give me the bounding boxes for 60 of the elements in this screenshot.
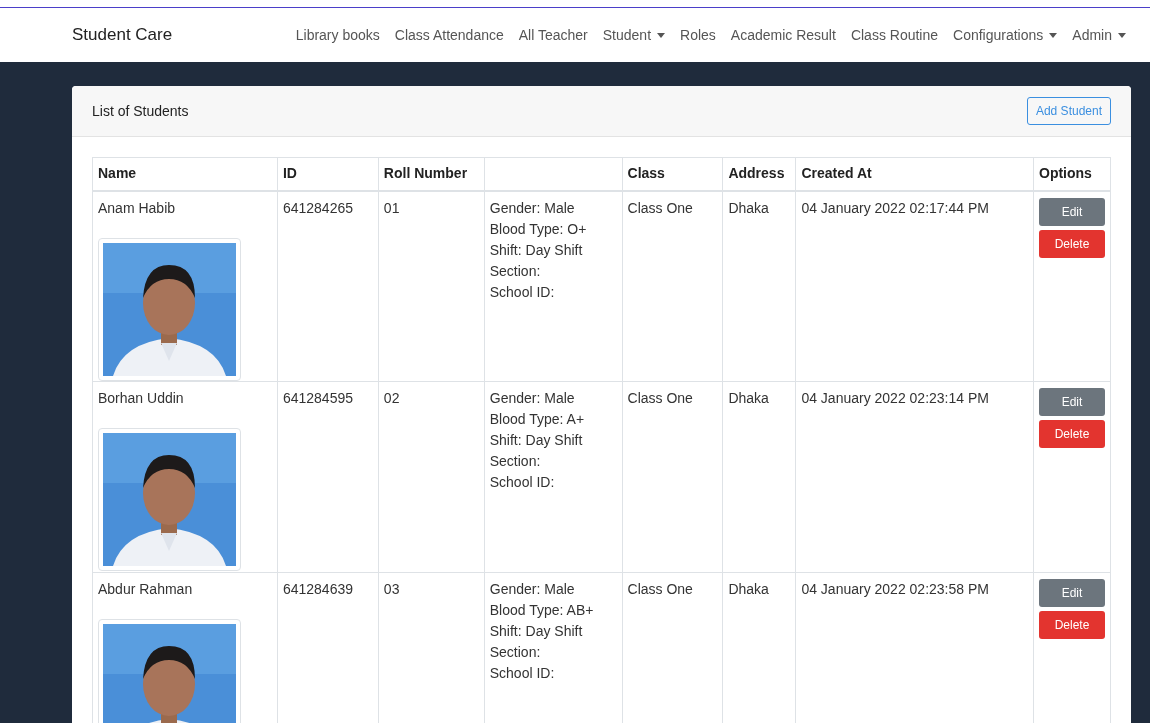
detail-line: Blood Type: A+ (489, 410, 586, 429)
table-cell: 641284639 (282, 581, 353, 597)
delete-button[interactable]: Delete (1039, 229, 1105, 258)
student-name: Anam Habib (98, 198, 177, 218)
column-header: Roll Number (378, 157, 485, 191)
nav-link[interactable]: Class Attendance (394, 24, 504, 46)
table-cell: 03 (383, 581, 400, 597)
table-cell: 641284265 (282, 199, 353, 216)
detail-line: School ID: (489, 282, 556, 302)
table-cell: 04 January 2022 02:17:44 PM (801, 199, 989, 216)
nav-link[interactable]: Roles (680, 24, 716, 46)
student-name: Borhan Uddin (98, 389, 185, 408)
table-cell: Dhaka (728, 581, 769, 597)
column-header: Name (92, 157, 278, 191)
detail-line: Section: (489, 261, 542, 281)
table-cell: Class One (627, 581, 693, 597)
caret-icon (657, 32, 666, 38)
column-header: Class (622, 157, 723, 191)
detail-line: School ID: (489, 473, 556, 492)
nav-link[interactable]: Class Routine (850, 24, 939, 46)
nav-link[interactable]: Student (602, 24, 666, 46)
detail-line: Gender: Male (489, 198, 576, 218)
detail-line: Shift: Day Shift (489, 622, 584, 641)
detail-line: School ID: (489, 664, 556, 683)
edit-button[interactable]: Edit (1039, 388, 1105, 416)
card-title: List of Students (92, 101, 189, 121)
table-cell: 01 (383, 199, 400, 216)
table-cell: Class One (627, 199, 693, 216)
detail-line: Gender: Male (489, 580, 576, 599)
caret-icon (1118, 32, 1126, 38)
detail-line: Blood Type: AB+ (489, 601, 595, 620)
brand-link[interactable]: Student Care (72, 22, 173, 48)
detail-line: Section: (489, 643, 542, 662)
detail-line: Shift: Day Shift (489, 240, 584, 260)
column-header: Options (1033, 157, 1111, 191)
edit-button[interactable]: Edit (1039, 579, 1105, 607)
table-cell: 04 January 2022 02:23:58 PM (801, 581, 989, 597)
caret-icon (1049, 32, 1058, 38)
table-cell: Dhaka (728, 199, 769, 216)
column-header: Address (722, 157, 796, 191)
detail-line: Blood Type: O+ (489, 219, 588, 239)
column-header: Created At (795, 157, 1034, 191)
nav-link[interactable]: Admin (1072, 24, 1126, 46)
edit-button[interactable]: Edit (1039, 197, 1105, 226)
delete-button[interactable]: Delete (1039, 611, 1105, 639)
delete-button[interactable]: Delete (1039, 420, 1105, 448)
nav-link[interactable]: Academic Result (730, 24, 836, 46)
nav-link[interactable]: Library books (295, 24, 380, 46)
table-cell: 641284595 (282, 390, 353, 406)
nav-link[interactable]: All Teacher (518, 24, 588, 46)
nav-link[interactable]: Configurations (953, 24, 1058, 46)
detail-line: Section: (489, 452, 542, 471)
column-header: ID (277, 157, 379, 191)
detail-line: Gender: Male (489, 389, 576, 408)
table-cell: 02 (383, 390, 400, 406)
student-name: Abdur Rahman (98, 580, 194, 599)
table-cell: Class One (627, 390, 693, 406)
table-cell: Dhaka (728, 390, 769, 406)
detail-line: Shift: Day Shift (489, 431, 584, 450)
table-cell: 04 January 2022 02:23:14 PM (801, 390, 989, 406)
